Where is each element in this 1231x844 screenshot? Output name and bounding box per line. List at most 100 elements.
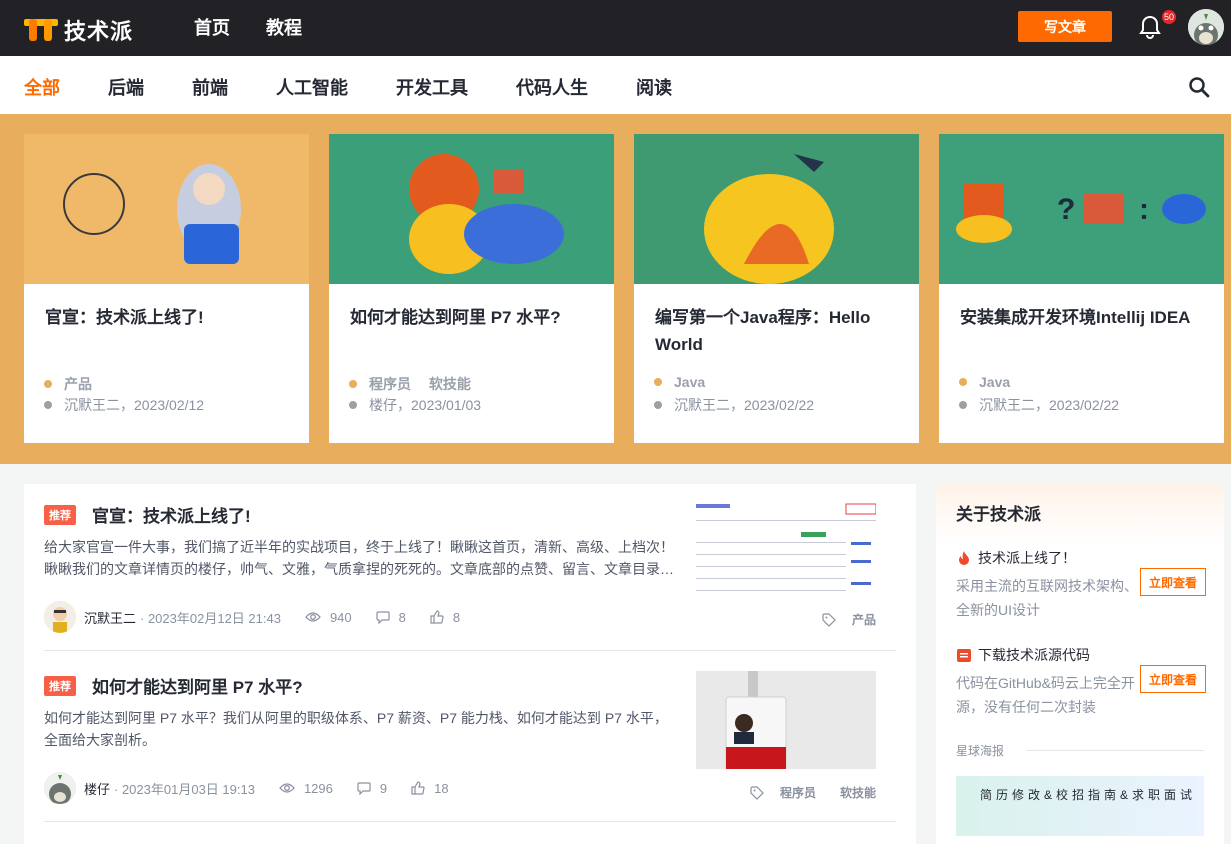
article-tags: 产品 xyxy=(822,611,876,628)
article-thumbnail[interactable] xyxy=(696,502,877,600)
category-reading[interactable]: 阅读 xyxy=(636,74,672,100)
svg-text:?: ? xyxy=(1057,193,1075,226)
publish-time: · 2023年02月12日 21:43 xyxy=(140,610,281,626)
bell-icon[interactable] xyxy=(1139,15,1161,39)
author-avatar-icon xyxy=(44,772,76,804)
category-bar: 全部 后端 前端 人工智能 开发工具 代码人生 阅读 xyxy=(0,56,1231,114)
comments-stat[interactable]: 8 xyxy=(376,610,406,625)
card-image xyxy=(329,134,614,284)
article-title[interactable]: 如何才能达到阿里 P7 水平? xyxy=(92,673,303,698)
article-list: 推荐 官宣：技术派上线了! 给大家官宣一件大事，我们搞了近半年的实战项目，终于上… xyxy=(24,484,916,844)
thumbs-up-icon xyxy=(411,781,425,795)
write-article-button[interactable]: 写文章 xyxy=(1018,11,1112,42)
logo-icon xyxy=(24,19,58,41)
notification-badge: 50 xyxy=(1162,10,1176,24)
featured-banner: 官宣：技术派上线了! 产品 沉默王二，2023/02/12 如何才能达到阿里 P… xyxy=(0,114,1231,464)
card-author-date: 楼仔，2023/01/03 xyxy=(349,395,481,415)
tag-link[interactable]: 产品 xyxy=(852,611,876,628)
tag-link[interactable]: 软技能 xyxy=(840,784,876,801)
article-summary: 给大家官宣一件大事，我们搞了近半年的实战项目，终于上线了！瞅瞅这首页，清新、高级… xyxy=(44,539,674,577)
top-nav: 首页 教程 xyxy=(194,14,302,40)
card-tags: Java xyxy=(654,374,705,390)
svg-text::: : xyxy=(1139,193,1149,226)
card-image xyxy=(24,134,309,284)
badge-photo-thumbnail xyxy=(696,671,876,770)
article-thumbnail[interactable] xyxy=(696,671,876,770)
view-now-button[interactable]: 立即查看 xyxy=(1140,665,1206,693)
view-now-button[interactable]: 立即查看 xyxy=(1140,568,1206,596)
comment-icon xyxy=(376,610,390,624)
card-author-date: 沉默王二，2023/02/22 xyxy=(959,395,1119,415)
comments-stat[interactable]: 9 xyxy=(357,781,387,796)
card-tags: 产品 xyxy=(44,374,92,394)
user-avatar[interactable] xyxy=(1188,9,1224,45)
card-author-date: 沉默王二，2023/02/22 xyxy=(654,395,814,415)
thumbs-up-icon xyxy=(430,610,444,624)
article-meta: 沉默王二 · 2023年02月12日 21:43 940 8 8 xyxy=(44,601,460,633)
category-all[interactable]: 全部 xyxy=(24,74,60,100)
featured-card[interactable]: ? : 安装集成开发环境Intellij IDEA Java 沉默王二，2023… xyxy=(939,134,1224,443)
recommended-badge: 推荐 xyxy=(44,676,76,696)
sidebar: 关于技术派 技术派上线了！ 采用主流的互联网技术架构、全新的UI设计 立即查看 … xyxy=(936,484,1224,844)
article-summary: 如何才能达到阿里 P7 水平？我们从阿里的职级体系、P7 薪资、P7 能力栈、如… xyxy=(44,710,668,748)
article-tags: 程序员 软技能 xyxy=(750,784,876,801)
card-tags: 程序员 软技能 xyxy=(349,374,471,394)
nav-home[interactable]: 首页 xyxy=(194,14,230,40)
tag-icon xyxy=(750,785,764,800)
sidebar-item-title[interactable]: 下载技术派源代码 xyxy=(978,645,1090,665)
avatar[interactable] xyxy=(44,772,76,804)
recommended-badge: 推荐 xyxy=(44,505,76,525)
card-title[interactable]: 安装集成开发环境Intellij IDEA xyxy=(960,304,1210,331)
featured-card[interactable]: 官宣：技术派上线了! 产品 沉默王二，2023/02/12 xyxy=(24,134,309,443)
likes-stat[interactable]: 8 xyxy=(430,610,460,625)
category-code-life[interactable]: 代码人生 xyxy=(516,74,588,100)
likes-stat[interactable]: 18 xyxy=(411,781,449,796)
poster-image[interactable]: 简历修改&校招指南&求职面试 xyxy=(956,776,1204,836)
top-bar: 技术派 首页 教程 写文章 50 xyxy=(0,0,1231,56)
author-name[interactable]: 沉默王二 xyxy=(84,608,136,627)
card-tags: Java xyxy=(959,374,1010,390)
card-title[interactable]: 如何才能达到阿里 P7 水平? xyxy=(350,304,600,331)
totoro-avatar-icon xyxy=(1188,9,1224,45)
logo-text: 技术派 xyxy=(64,19,134,44)
article-meta: 楼仔 · 2023年01月03日 19:13 1296 9 18 xyxy=(44,772,449,804)
sidebar-item-title[interactable]: 技术派上线了！ xyxy=(978,548,1076,568)
publish-time: · 2023年01月03日 19:13 xyxy=(114,781,255,797)
eye-icon xyxy=(305,612,321,622)
divider xyxy=(44,650,896,651)
poster-label: 星球海报 xyxy=(956,744,1005,758)
divider xyxy=(1026,750,1204,751)
card-image xyxy=(634,134,919,284)
sidebar-item: 下载技术派源代码 代码在GitHub&码云上完全开源，没有任何二次封装 立即查看 xyxy=(956,645,1208,719)
article-title[interactable]: 官宣：技术派上线了! xyxy=(92,502,251,527)
card-title[interactable]: 编写第一个Java程序：Hello World xyxy=(655,304,905,358)
comment-icon xyxy=(357,781,371,795)
fire-icon xyxy=(959,551,969,565)
search-icon[interactable] xyxy=(1188,76,1210,98)
card-title[interactable]: 官宣：技术派上线了! xyxy=(45,304,295,331)
nav-tutorials[interactable]: 教程 xyxy=(266,14,302,40)
list-item[interactable]: 推荐 如何才能达到阿里 P7 水平? 如何才能达到阿里 P7 水平？我们从阿里的… xyxy=(44,671,896,805)
featured-card[interactable]: 如何才能达到阿里 P7 水平? 程序员 软技能 楼仔，2023/01/03 xyxy=(329,134,614,443)
featured-card[interactable]: 编写第一个Java程序：Hello World Java 沉默王二，2023/0… xyxy=(634,134,919,443)
card-author-date: 沉默王二，2023/02/12 xyxy=(44,395,204,415)
tag-icon xyxy=(822,612,836,627)
screenshot-thumbnail xyxy=(696,502,877,600)
code-icon xyxy=(957,649,971,662)
category-ai[interactable]: 人工智能 xyxy=(276,74,348,100)
tag-link[interactable]: 程序员 xyxy=(780,784,816,801)
sidebar-item-desc: 代码在GitHub&码云上完全开源，没有任何二次封装 xyxy=(956,675,1135,715)
category-frontend[interactable]: 前端 xyxy=(192,74,228,100)
views-stat: 1296 xyxy=(279,781,333,796)
poster-text: 简历修改&校招指南&求职面试 xyxy=(980,788,1197,802)
category-backend[interactable]: 后端 xyxy=(108,74,144,100)
sidebar-title: 关于技术派 xyxy=(956,505,1041,524)
avatar[interactable] xyxy=(44,601,76,633)
logo[interactable]: 技术派 xyxy=(24,14,133,46)
author-name[interactable]: 楼仔 xyxy=(84,779,110,798)
card-image: ? : xyxy=(939,134,1224,284)
sidebar-item: 技术派上线了！ 采用主流的互联网技术架构、全新的UI设计 立即查看 xyxy=(956,548,1208,622)
category-dev-tools[interactable]: 开发工具 xyxy=(396,74,468,100)
list-item[interactable]: 推荐 官宣：技术派上线了! 给大家官宣一件大事，我们搞了近半年的实战项目，终于上… xyxy=(44,502,896,634)
sidebar-item-desc: 采用主流的互联网技术架构、全新的UI设计 xyxy=(956,578,1138,618)
